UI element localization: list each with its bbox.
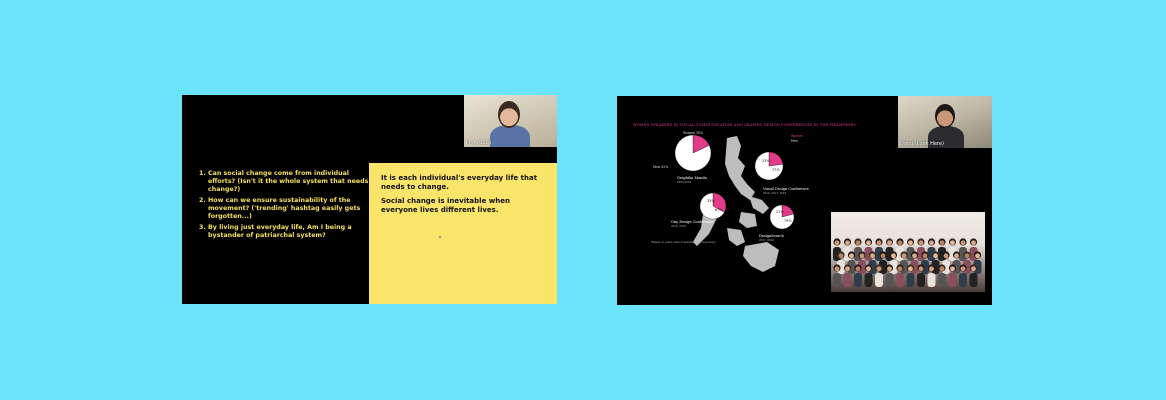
conference-years: 2016, 2017, 2018 xyxy=(763,192,787,195)
person-face xyxy=(876,240,882,246)
chart-footnote: *Based on public data of speakers and or… xyxy=(651,241,716,244)
conference-years: 2018, 2019 xyxy=(671,225,686,228)
person-face xyxy=(960,266,966,272)
person-face xyxy=(929,266,934,272)
person-body xyxy=(854,273,862,287)
left-slide-video[interactable]: M-A (CSC) Can social change come from in… xyxy=(182,95,557,304)
person-face xyxy=(866,266,871,272)
answer-panel: It is each individual's everyday life th… xyxy=(369,163,557,304)
person-body xyxy=(938,273,946,287)
person-face xyxy=(922,253,928,259)
person-body xyxy=(917,273,925,287)
person-face xyxy=(929,240,934,246)
person-face xyxy=(933,253,938,259)
person-face xyxy=(908,240,913,246)
person-face xyxy=(876,266,882,272)
person-face xyxy=(901,253,907,259)
person-face xyxy=(891,253,896,259)
person-face xyxy=(975,253,980,259)
conference-years: 2017, 2018 xyxy=(759,239,774,242)
pie-label-men: Men 82% xyxy=(653,165,669,169)
question-item: How can we ensure sustainability of the … xyxy=(208,197,378,221)
person-face xyxy=(870,253,875,259)
speaker-name-label: M-A (CSC) xyxy=(466,140,492,146)
person-body xyxy=(875,273,883,287)
conference-name: Visual Design Conference xyxy=(763,187,809,191)
person-body xyxy=(948,273,957,287)
group-photo-graphic xyxy=(833,238,982,287)
person-body xyxy=(959,273,967,287)
person-face xyxy=(859,253,865,259)
pie-percent-men: 67% xyxy=(715,208,723,212)
person-face xyxy=(849,253,854,259)
speaker-head xyxy=(935,104,955,128)
cursor-dot xyxy=(439,236,441,238)
person-body xyxy=(969,273,978,287)
answer-line-2: Social change is inevitable when everyon… xyxy=(381,197,510,214)
speaker-name-label: Dang (Look Here) xyxy=(900,141,944,147)
person-face xyxy=(943,253,949,259)
person-face xyxy=(960,240,966,246)
pie-percent-women: 33% xyxy=(707,199,715,203)
person-face xyxy=(897,266,903,272)
person-body xyxy=(833,273,841,287)
person-face xyxy=(954,253,959,259)
pie-slice-women xyxy=(768,151,784,167)
person-face xyxy=(887,266,892,272)
conference-years: 2009-2019 xyxy=(677,181,692,184)
person-face xyxy=(855,240,861,246)
pie-percent-women: 21% xyxy=(776,210,784,214)
pie-percent-women: 23% xyxy=(762,159,770,163)
person-face xyxy=(964,253,970,259)
question-list: Can social change come from individual e… xyxy=(194,170,378,243)
person-body xyxy=(864,273,873,287)
person-face xyxy=(971,266,976,272)
pie-percent-men: 77% xyxy=(772,168,780,172)
conference-name: Graphika Manila xyxy=(677,176,707,180)
person-body xyxy=(906,273,915,287)
question-item: Can social change come from individual e… xyxy=(208,170,378,194)
question-item: By living just everyday life, Am I being… xyxy=(208,224,378,240)
pie-percent-men: 79% xyxy=(784,219,792,223)
person-face xyxy=(897,240,903,246)
person-face xyxy=(834,266,840,272)
person-face xyxy=(918,240,924,246)
person-face xyxy=(834,240,840,246)
person-face xyxy=(950,240,955,246)
person-face xyxy=(845,240,850,246)
speaker-camera-thumbnail[interactable]: Dang (Look Here) xyxy=(898,96,992,148)
right-slide-video[interactable]: WOMEN SPEAKERS IN VISUAL COMMUNICATION A… xyxy=(617,96,992,305)
conference-name: DesignSearch xyxy=(759,234,784,238)
person-face xyxy=(950,266,955,272)
person-body xyxy=(896,273,904,287)
person-face xyxy=(918,266,924,272)
person-face xyxy=(838,253,844,259)
person-body xyxy=(885,273,894,287)
person-face xyxy=(845,266,850,272)
person-face xyxy=(908,266,913,272)
person-face xyxy=(866,240,871,246)
group-photo xyxy=(831,212,985,292)
person-face xyxy=(880,253,886,259)
person-face xyxy=(939,240,945,246)
person-body xyxy=(927,273,936,287)
person-face xyxy=(887,240,892,246)
speaker-camera-thumbnail[interactable]: M-A (CSC) xyxy=(464,95,557,147)
person-face xyxy=(855,266,861,272)
person-face xyxy=(912,253,917,259)
conference-name: Ono Design Conference xyxy=(671,220,714,224)
pie-label-women: Women 18% xyxy=(683,131,704,135)
person-face xyxy=(971,240,976,246)
person-face xyxy=(939,266,945,272)
answer-line-1: It is each individual's everyday life th… xyxy=(381,174,538,191)
speaker-figure xyxy=(490,125,530,147)
person-body xyxy=(843,273,852,287)
crowd xyxy=(833,238,982,287)
speaker-head xyxy=(498,101,520,128)
